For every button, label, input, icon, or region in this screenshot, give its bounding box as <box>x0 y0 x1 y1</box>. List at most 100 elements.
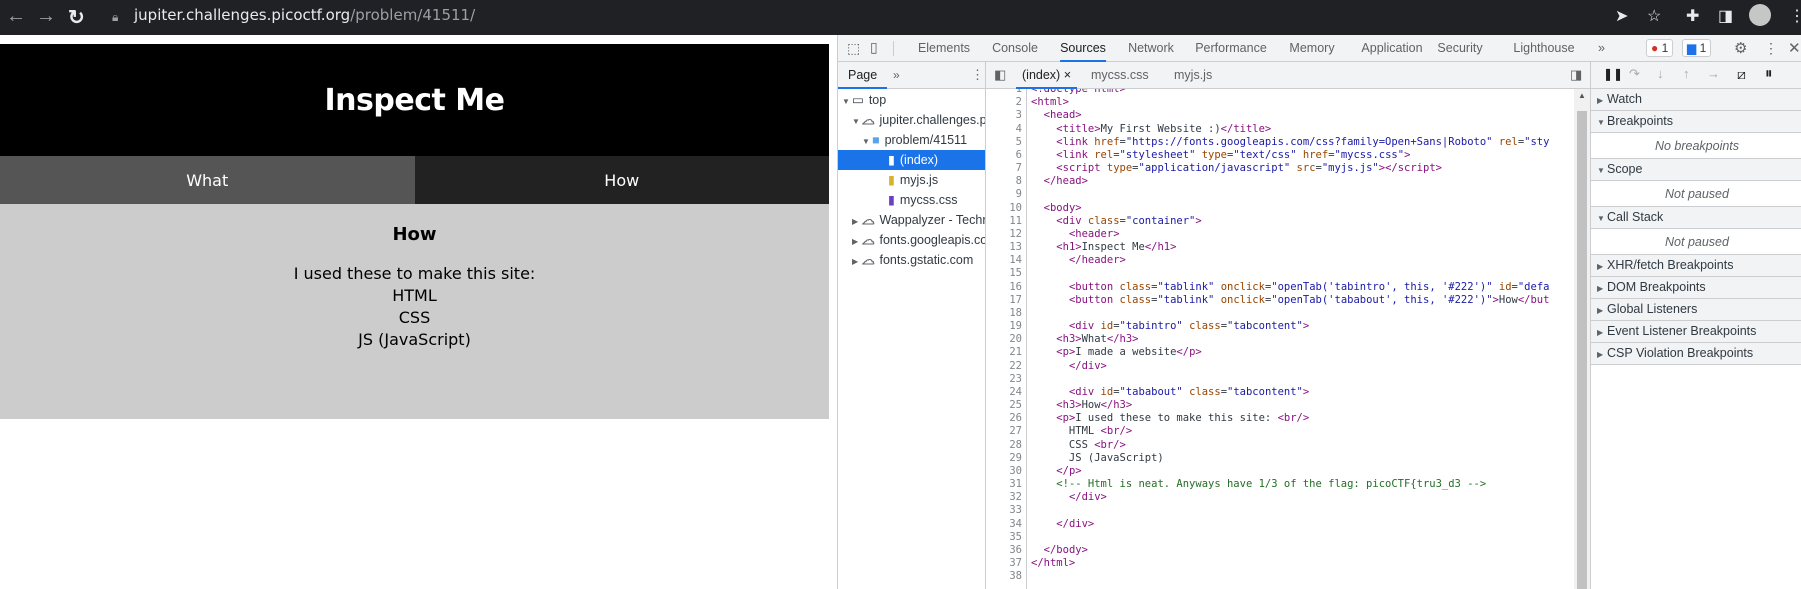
reload-icon[interactable]: ↻ <box>68 5 85 30</box>
tree-item-label: jupiter.challenges.picoctf.org <box>879 113 986 127</box>
tree-item[interactable]: ▶☁ Wappalyzer - Technology profiler <box>838 210 985 232</box>
code-token-tag: <h1> <box>1056 241 1082 254</box>
step-icon[interactable]: → <box>1707 66 1720 81</box>
expanded-triangle-icon[interactable]: ▼ <box>842 92 852 112</box>
code-token-val: "tablink" <box>1157 293 1215 306</box>
code-line: </html> <box>1031 557 1571 570</box>
close-icon[interactable]: ✕ <box>1788 39 1801 57</box>
section-event-listener-breakpoints[interactable]: ▶ Event Listener Breakpoints <box>1591 321 1801 343</box>
tab-security[interactable]: Security <box>1437 35 1482 62</box>
tree-item[interactable]: ▼ ■ problem/41511 <box>838 130 985 152</box>
section-watch[interactable]: ▶ Watch <box>1591 89 1801 111</box>
code-token-tag: <body> <box>1043 201 1082 214</box>
code-line: </body> <box>1031 544 1571 557</box>
line-number: 35 <box>1009 530 1022 543</box>
deactivate-breakpoints-icon[interactable]: ⧄ <box>1737 66 1746 83</box>
menu-icon[interactable]: ⋮ <box>1789 6 1801 26</box>
tree-item[interactable]: ▮ mycss.css <box>838 190 985 210</box>
tree-item[interactable]: ▼ ▭ top <box>838 90 985 112</box>
lock-icon[interactable]: 🔒︎ <box>112 10 118 25</box>
step-over-icon[interactable]: ↷ <box>1629 66 1640 82</box>
code-editor[interactable]: 1 2 3 4 5 6 7 8 9 10 11 12 13 14 15 16 17 18 19 20 21 22 23 24 2… <box>986 89 1590 589</box>
collapsed-triangle-icon[interactable]: ▶ <box>852 232 862 252</box>
editor-tab-mycss[interactable]: mycss.css <box>1091 62 1149 88</box>
section-global-listeners[interactable]: ▶ Global Listeners <box>1591 299 1801 321</box>
expanded-triangle-icon[interactable]: ▼ <box>852 112 862 132</box>
close-tab-icon[interactable]: × <box>1064 68 1071 82</box>
tab-network[interactable]: Network <box>1128 35 1174 62</box>
step-out-icon[interactable]: ↑ <box>1683 66 1690 81</box>
code-token-val: "tabcontent" <box>1227 320 1303 333</box>
settings-gear-icon[interactable]: ⚙ <box>1734 39 1747 57</box>
forward-icon[interactable]: → <box>36 5 56 28</box>
scroll-up-icon[interactable]: ▲ <box>1578 91 1586 100</box>
tab-how[interactable]: How <box>414 156 829 204</box>
error-badge[interactable]: ● 1 <box>1646 39 1674 57</box>
section-scope[interactable]: ▼ Scope <box>1591 159 1801 181</box>
tree-item[interactable]: ▮ (index) <box>838 150 985 170</box>
scrollbar-thumb[interactable] <box>1577 111 1587 589</box>
message-badge[interactable]: ▆ 1 <box>1682 39 1712 57</box>
star-icon[interactable]: ☆ <box>1647 6 1661 26</box>
collapsed-triangle-icon[interactable]: ▶ <box>852 252 862 272</box>
send-icon[interactable]: ➤ <box>1615 6 1628 26</box>
tab-sources[interactable]: Sources <box>1060 35 1106 62</box>
tree-item[interactable]: ▮ myjs.js <box>838 170 985 190</box>
side-panel-icon[interactable]: ◨ <box>1718 6 1733 26</box>
device-toolbar-icon[interactable]: ▯ <box>870 39 878 56</box>
tab-application[interactable]: Application <box>1361 35 1422 62</box>
url-text[interactable]: jupiter.challenges.picoctf.org/problem/4… <box>134 6 475 24</box>
code-token-val: "application/javascript" <box>1138 162 1291 175</box>
navigator-menu-icon[interactable]: ⋮ <box>971 67 984 83</box>
line-number: 30 <box>1009 464 1022 477</box>
editor-tab-index[interactable]: (index) × <box>1016 62 1078 89</box>
tab-memory[interactable]: Memory <box>1289 35 1334 62</box>
tree-item[interactable]: ▶ ☁ fonts.googleapis.com <box>838 230 985 252</box>
line-number: 25 <box>1009 399 1022 412</box>
code-line: <title>My First Website :)</title> <box>1031 123 1571 136</box>
pause-icon[interactable]: ❚❚ <box>1603 67 1623 81</box>
tree-item[interactable]: ▶ ☁ fonts.gstatic.com <box>838 250 985 272</box>
code-token-tag: <h3> <box>1056 399 1082 412</box>
tab-lighthouse[interactable]: Lighthouse <box>1513 35 1574 62</box>
line-number: 28 <box>1009 438 1022 451</box>
collapsed-triangle-icon[interactable]: ▶ <box>852 212 862 232</box>
section-xhr-fetch-breakpoints[interactable]: ▶ XHR/fetch Breakpoints <box>1591 255 1801 277</box>
code-token-val: "text/css" <box>1233 148 1297 161</box>
editor-scrollbar[interactable]: ▲ <box>1574 89 1590 589</box>
code-token-val: "tababout" <box>1119 385 1183 398</box>
url-host: jupiter.challenges.picoctf.org <box>134 6 351 24</box>
inspect-element-icon[interactable]: ⬚ <box>847 40 860 57</box>
more-options-icon[interactable]: ⋮ <box>1764 40 1778 57</box>
section-dom-breakpoints[interactable]: ▶ DOM Breakpoints <box>1591 277 1801 299</box>
extensions-icon[interactable]: ✚ <box>1686 6 1699 26</box>
tab-console[interactable]: Console <box>992 35 1038 62</box>
back-icon[interactable]: ← <box>6 5 26 28</box>
more-navigators-icon[interactable]: » <box>893 68 900 82</box>
step-into-icon[interactable]: ↓ <box>1657 66 1664 81</box>
code-line: </div> <box>1031 518 1571 531</box>
expanded-triangle-icon: ▼ <box>1597 118 1605 127</box>
expanded-triangle-icon[interactable]: ▼ <box>862 132 872 152</box>
code-token-val: "openTab('tababout', this, '#222')" <box>1271 293 1493 306</box>
toggle-navigator-icon[interactable]: ◧ <box>994 67 1006 83</box>
tab-elements[interactable]: Elements <box>918 35 970 62</box>
avatar-icon[interactable] <box>1749 4 1771 26</box>
section-breakpoints[interactable]: ▼ Breakpoints <box>1591 111 1801 133</box>
more-tabs-button[interactable]: » <box>1598 35 1605 62</box>
section-csp-violation-breakpoints[interactable]: ▶ CSP Violation Breakpoints <box>1591 343 1801 365</box>
tab-performance[interactable]: Performance <box>1195 35 1267 62</box>
toggle-debugger-icon[interactable]: ◨ <box>1570 67 1582 83</box>
tree-item[interactable]: ▼☁ jupiter.challenges.picoctf.org <box>838 110 986 132</box>
code-line: <header> <box>1031 228 1571 241</box>
navigator-tab-page[interactable]: Page <box>838 62 888 89</box>
line-number: 6 <box>1015 148 1022 161</box>
section-call-stack[interactable]: ▼ Call Stack <box>1591 207 1801 229</box>
code-token-attr: class <box>1119 280 1152 293</box>
editor-tab-myjs[interactable]: myjs.js <box>1174 62 1212 88</box>
pause-on-exceptions-icon[interactable]: ⏸ <box>1765 65 1773 82</box>
code-token-attr: id <box>1100 320 1114 333</box>
tab-what[interactable]: What <box>0 156 415 204</box>
